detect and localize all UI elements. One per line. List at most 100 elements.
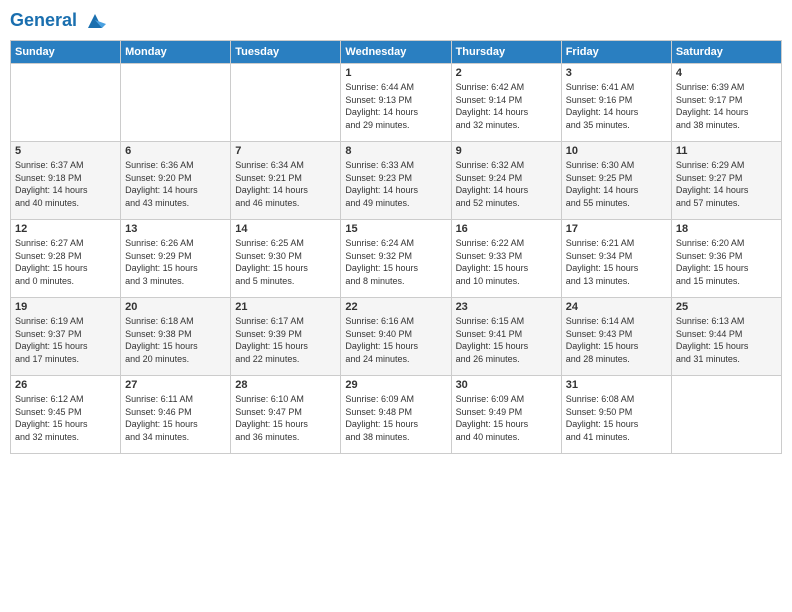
day-cell: 16 Sunrise: 6:22 AM Sunset: 9:33 PM Dayli… — [451, 220, 561, 298]
calendar: SundayMondayTuesdayWednesdayThursdayFrid… — [10, 40, 782, 454]
day-cell — [121, 64, 231, 142]
day-number: 23 — [456, 301, 557, 313]
day-number: 9 — [456, 145, 557, 157]
day-number: 3 — [566, 67, 667, 79]
day-cell: 12 Sunrise: 6:27 AM Sunset: 9:28 PM Dayli… — [11, 220, 121, 298]
day-info: Sunrise: 6:41 AM Sunset: 9:16 PM Dayligh… — [566, 81, 667, 131]
day-info: Sunrise: 6:25 AM Sunset: 9:30 PM Dayligh… — [235, 237, 336, 287]
day-number: 20 — [125, 301, 226, 313]
day-number: 11 — [676, 145, 777, 157]
day-cell: 8Sunrise: 6:33 AM Sunset: 9:23 PM Daylig… — [341, 142, 451, 220]
day-info: Sunrise: 6:34 AM Sunset: 9:21 PM Dayligh… — [235, 159, 336, 209]
day-info: Sunrise: 6:21 AM Sunset: 9:34 PM Dayligh… — [566, 237, 667, 287]
day-cell: 6Sunrise: 6:36 AM Sunset: 9:20 PM Daylig… — [121, 142, 231, 220]
day-cell: 14Sunrise: 6:25 AM Sunset: 9:30 PM Dayli… — [231, 220, 341, 298]
day-cell: 24Sunrise: 6:14 AM Sunset: 9:43 PM Dayli… — [561, 298, 671, 376]
day-info: Sunrise: 6:32 AM Sunset: 9:24 PM Dayligh… — [456, 159, 557, 209]
day-info: Sunrise: 6:27 AM Sunset: 9:28 PM Dayligh… — [15, 237, 116, 287]
week-row-2: 5 Sunrise: 6:37 AM Sunset: 9:18 PM Daylig… — [11, 142, 782, 220]
header: General — [10, 10, 782, 32]
day-number: 4 — [676, 67, 777, 79]
day-info: Sunrise: 6:17 AM Sunset: 9:39 PM Dayligh… — [235, 315, 336, 365]
day-number: 28 — [235, 379, 336, 391]
day-number: 29 — [345, 379, 446, 391]
weekday-header-monday: Monday — [121, 41, 231, 64]
day-cell: 13 Sunrise: 6:26 AM Sunset: 9:29 PM Dayli… — [121, 220, 231, 298]
day-number: 16 — [456, 223, 557, 235]
day-cell: 28Sunrise: 6:10 AM Sunset: 9:47 PM Dayli… — [231, 376, 341, 454]
day-number: 22 — [345, 301, 446, 313]
day-info: Sunrise: 6:08 AM Sunset: 9:50 PM Dayligh… — [566, 393, 667, 443]
weekday-header-sunday: Sunday — [11, 41, 121, 64]
day-number: 18 — [676, 223, 777, 235]
day-info: Sunrise: 6:15 AM Sunset: 9:41 PM Dayligh… — [456, 315, 557, 365]
day-info: Sunrise: 6:30 AM Sunset: 9:25 PM Dayligh… — [566, 159, 667, 209]
day-cell: 15Sunrise: 6:24 AM Sunset: 9:32 PM Dayli… — [341, 220, 451, 298]
day-cell: 26 Sunrise: 6:12 AM Sunset: 9:45 PM Dayli… — [11, 376, 121, 454]
weekday-header-tuesday: Tuesday — [231, 41, 341, 64]
logo: General — [10, 10, 106, 32]
day-info: Sunrise: 6:37 AM Sunset: 9:18 PM Dayligh… — [15, 159, 116, 209]
day-number: 7 — [235, 145, 336, 157]
day-cell: 2 Sunrise: 6:42 AM Sunset: 9:14 PM Daylig… — [451, 64, 561, 142]
day-cell: 27 Sunrise: 6:11 AM Sunset: 9:46 PM Dayli… — [121, 376, 231, 454]
weekday-header-saturday: Saturday — [671, 41, 781, 64]
day-cell: 29 Sunrise: 6:09 AM Sunset: 9:48 PM Dayli… — [341, 376, 451, 454]
day-cell: 17 Sunrise: 6:21 AM Sunset: 9:34 PM Dayli… — [561, 220, 671, 298]
weekday-header-thursday: Thursday — [451, 41, 561, 64]
day-cell: 21 Sunrise: 6:17 AM Sunset: 9:39 PM Dayli… — [231, 298, 341, 376]
day-info: Sunrise: 6:44 AM Sunset: 9:13 PM Dayligh… — [345, 81, 446, 131]
day-cell — [11, 64, 121, 142]
day-info: Sunrise: 6:20 AM Sunset: 9:36 PM Dayligh… — [676, 237, 777, 287]
day-info: Sunrise: 6:26 AM Sunset: 9:29 PM Dayligh… — [125, 237, 226, 287]
day-info: Sunrise: 6:09 AM Sunset: 9:48 PM Dayligh… — [345, 393, 446, 443]
day-info: Sunrise: 6:39 AM Sunset: 9:17 PM Dayligh… — [676, 81, 777, 131]
day-cell: 5 Sunrise: 6:37 AM Sunset: 9:18 PM Daylig… — [11, 142, 121, 220]
day-cell: 20 Sunrise: 6:18 AM Sunset: 9:38 PM Dayli… — [121, 298, 231, 376]
day-cell: 23 Sunrise: 6:15 AM Sunset: 9:41 PM Dayli… — [451, 298, 561, 376]
day-number: 2 — [456, 67, 557, 79]
day-number: 17 — [566, 223, 667, 235]
day-cell — [231, 64, 341, 142]
day-number: 21 — [235, 301, 336, 313]
day-info: Sunrise: 6:19 AM Sunset: 9:37 PM Dayligh… — [15, 315, 116, 365]
day-number: 5 — [15, 145, 116, 157]
week-row-4: 19 Sunrise: 6:19 AM Sunset: 9:37 PM Dayli… — [11, 298, 782, 376]
day-cell: 4 Sunrise: 6:39 AM Sunset: 9:17 PM Daylig… — [671, 64, 781, 142]
day-number: 1 — [345, 67, 446, 79]
day-info: Sunrise: 6:11 AM Sunset: 9:46 PM Dayligh… — [125, 393, 226, 443]
day-number: 27 — [125, 379, 226, 391]
day-number: 12 — [15, 223, 116, 235]
day-info: Sunrise: 6:12 AM Sunset: 9:45 PM Dayligh… — [15, 393, 116, 443]
day-cell — [671, 376, 781, 454]
day-info: Sunrise: 6:13 AM Sunset: 9:44 PM Dayligh… — [676, 315, 777, 365]
logo-general: General — [10, 10, 77, 30]
weekday-header-row: SundayMondayTuesdayWednesdayThursdayFrid… — [11, 41, 782, 64]
day-cell: 11 Sunrise: 6:29 AM Sunset: 9:27 PM Dayli… — [671, 142, 781, 220]
day-number: 24 — [566, 301, 667, 313]
day-info: Sunrise: 6:16 AM Sunset: 9:40 PM Dayligh… — [345, 315, 446, 365]
day-number: 13 — [125, 223, 226, 235]
day-cell: 19 Sunrise: 6:19 AM Sunset: 9:37 PM Dayli… — [11, 298, 121, 376]
day-info: Sunrise: 6:33 AM Sunset: 9:23 PM Dayligh… — [345, 159, 446, 209]
weekday-header-friday: Friday — [561, 41, 671, 64]
weekday-header-wednesday: Wednesday — [341, 41, 451, 64]
logo-icon — [84, 10, 106, 32]
week-row-3: 12 Sunrise: 6:27 AM Sunset: 9:28 PM Dayli… — [11, 220, 782, 298]
page: General SundayMondayTuesdayWednesdayThur… — [0, 0, 792, 612]
day-cell: 9 Sunrise: 6:32 AM Sunset: 9:24 PM Daylig… — [451, 142, 561, 220]
day-cell: 1 Sunrise: 6:44 AM Sunset: 9:13 PM Daylig… — [341, 64, 451, 142]
day-number: 26 — [15, 379, 116, 391]
day-number: 30 — [456, 379, 557, 391]
day-number: 25 — [676, 301, 777, 313]
day-number: 19 — [15, 301, 116, 313]
day-cell: 22 Sunrise: 6:16 AM Sunset: 9:40 PM Dayli… — [341, 298, 451, 376]
day-info: Sunrise: 6:42 AM Sunset: 9:14 PM Dayligh… — [456, 81, 557, 131]
day-info: Sunrise: 6:18 AM Sunset: 9:38 PM Dayligh… — [125, 315, 226, 365]
logo-text: General — [10, 10, 106, 32]
day-cell: 7 Sunrise: 6:34 AM Sunset: 9:21 PM Daylig… — [231, 142, 341, 220]
day-info: Sunrise: 6:22 AM Sunset: 9:33 PM Dayligh… — [456, 237, 557, 287]
day-info: Sunrise: 6:24 AM Sunset: 9:32 PM Dayligh… — [345, 237, 446, 287]
day-cell: 30Sunrise: 6:09 AM Sunset: 9:49 PM Dayli… — [451, 376, 561, 454]
day-info: Sunrise: 6:29 AM Sunset: 9:27 PM Dayligh… — [676, 159, 777, 209]
